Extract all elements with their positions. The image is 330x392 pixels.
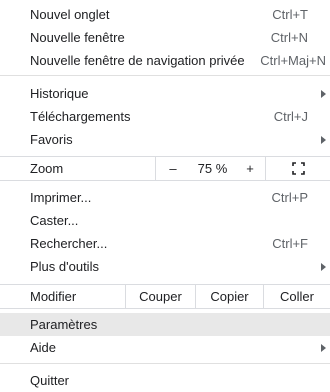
menu-item-shortcut: Ctrl+P [271,190,308,205]
submenu-arrow-icon [321,135,326,144]
menu-item-label: Quitter [30,373,70,388]
menu-separator [0,363,330,364]
paste-button[interactable]: Coller [263,285,330,308]
menu-item-label: Nouvelle fenêtre de navigation privée [30,53,245,68]
menu-item-new-window[interactable]: Nouvelle fenêtre Ctrl+N [0,26,330,49]
chrome-main-menu: Nouvel onglet Ctrl+T Nouvelle fenêtre Ct… [0,0,330,392]
menu-item-label: Nouvelle fenêtre [30,30,125,45]
edit-row: Modifier Couper Copier Coller [0,284,330,309]
menu-item-cast[interactable]: Caster... [0,209,330,232]
menu-item-label: Caster... [30,213,79,228]
paste-label: Coller [280,289,314,304]
menu-item-new-tab[interactable]: Nouvel onglet Ctrl+T [0,3,330,26]
submenu-arrow-icon [321,262,326,271]
menu-item-shortcut: Ctrl+T [272,7,308,22]
menu-item-downloads[interactable]: Téléchargements Ctrl+J [0,105,330,128]
menu-item-print[interactable]: Imprimer... Ctrl+P [0,186,330,209]
menu-item-help[interactable]: Aide [0,336,330,359]
zoom-in-icon: + [246,161,254,176]
menu-item-label: Favoris [30,132,73,147]
submenu-arrow-icon [321,343,326,352]
zoom-in-button[interactable]: + [235,157,265,180]
menu-separator [0,75,330,76]
zoom-row: Zoom – 75 % + [0,156,330,181]
menu-item-settings[interactable]: Paramètres [0,313,330,336]
fullscreen-icon [291,162,305,175]
menu-item-shortcut: Ctrl+F [272,236,308,251]
menu-item-label: Aide [30,340,57,355]
cut-button[interactable]: Couper [125,285,195,308]
menu-item-more-tools[interactable]: Plus d'outils [0,255,330,278]
fullscreen-button[interactable] [265,157,330,180]
edit-label: Modifier [30,289,77,304]
menu-item-bookmarks[interactable]: Favoris [0,128,330,151]
zoom-level-value: 75 % [197,161,228,176]
menu-item-label: Rechercher... [30,236,108,251]
menu-item-label: Nouvel onglet [30,7,110,22]
menu-item-label: Téléchargements [30,109,131,124]
zoom-out-button[interactable]: – [155,157,190,180]
zoom-level: 75 % [190,157,235,180]
menu-item-history[interactable]: Historique [0,82,330,105]
copy-label: Copier [210,289,249,304]
cut-label: Couper [139,289,182,304]
menu-item-shortcut: Ctrl+J [273,109,308,124]
zoom-label: Zoom [30,161,64,176]
copy-button[interactable]: Copier [195,285,263,308]
menu-item-label: Paramètres [30,317,98,332]
submenu-arrow-icon [321,89,326,98]
menu-item-label: Plus d'outils [30,259,99,274]
zoom-out-icon: – [169,161,177,176]
menu-item-label: Imprimer... [30,190,92,205]
menu-item-shortcut: Ctrl+Maj+N [260,53,326,68]
menu-item-find[interactable]: Rechercher... Ctrl+F [0,232,330,255]
menu-item-shortcut: Ctrl+N [270,30,308,45]
menu-item-quit[interactable]: Quitter [0,369,330,392]
menu-item-label: Historique [30,86,89,101]
menu-item-new-incognito-window[interactable]: Nouvelle fenêtre de navigation privée Ct… [0,49,330,72]
